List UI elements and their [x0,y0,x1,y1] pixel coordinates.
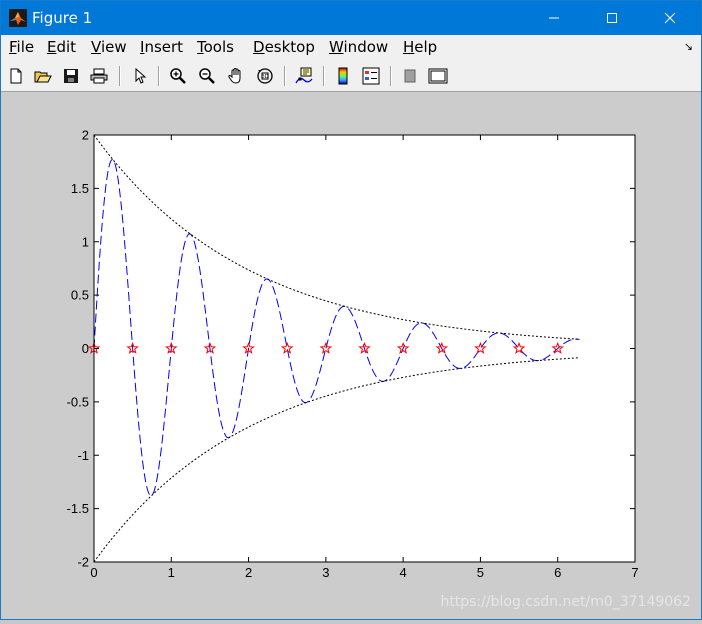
watermark-text: https://blog.csdn.net/m0_37149062 [440,594,691,610]
close-icon [664,12,676,24]
menu-window-accesskey: W [329,38,344,56]
menu-edit-rest: dit [56,38,77,56]
select-arrow-button[interactable] [129,65,151,87]
zoom-in-icon [170,68,186,84]
window-title: Figure 1 [32,9,93,27]
figure-window: Figure 1 File Edit View Insert Tools Des… [0,0,702,620]
hide-plot-tools-button[interactable] [399,65,421,87]
menu-desktop-rest: esktop [264,38,315,56]
minimize-button[interactable] [531,1,577,35]
x-tick-labels: 0 1 2 3 4 5 6 7 [90,565,638,580]
y-tick-labels: 2 1.5 1 0.5 0 -0.5 -1 -1.5 -2 [67,128,89,570]
menu-insert-rest: nsert [144,38,184,56]
figure-toolbar: 3D [1,61,701,92]
legend-icon [362,67,380,85]
menu-help-rest: elp [414,38,438,56]
toolbar-separator [158,66,160,86]
open-file-button[interactable] [32,65,54,87]
x-tick-label: 5 [477,565,484,580]
zoom-out-button[interactable] [196,65,218,87]
menu-file[interactable]: File [9,38,34,56]
menu-window-rest: indow [343,38,389,56]
toolbar-separator [390,66,392,86]
hide-plot-tools-icon [404,69,416,83]
menu-desktop[interactable]: Desktop [253,38,315,56]
y-tick-label: 0.5 [71,288,89,303]
menu-file-accesskey: F [9,38,17,56]
print-icon [90,68,108,84]
menu-view[interactable]: View [91,38,127,56]
menu-help-accesskey: H [403,38,415,56]
x-tick-label: 6 [554,565,561,580]
menu-help[interactable]: Help [403,38,437,56]
menu-insert[interactable]: Insert [140,38,183,56]
pan-button[interactable] [225,65,247,87]
save-icon [64,69,78,83]
x-tick-label: 0 [90,565,97,580]
maximize-button[interactable] [589,1,635,35]
print-button[interactable] [88,65,110,87]
toolbar-separator [323,66,325,86]
dock-arrow-icon[interactable]: ↘ [684,40,693,53]
select-arrow-icon [135,68,147,84]
zoom-out-icon [199,68,215,84]
menu-edit[interactable]: Edit [47,38,76,56]
toolbar-separator [119,66,121,86]
plot-canvas[interactable]: 0 1 2 3 4 5 6 7 2 1.5 1 0.5 0 -0.5 -1 -1.5 -2 [1,93,701,619]
menu-window[interactable]: Window [329,38,388,56]
close-button[interactable] [647,1,693,35]
pan-hand-icon [228,67,241,84]
menu-tools-accesskey: T [197,38,204,56]
x-tick-label: 2 [245,565,252,580]
y-tick-label: -1.5 [67,501,89,516]
toolbar-separator [284,66,286,86]
menu-desktop-accesskey: D [253,38,265,56]
menu-tools[interactable]: Tools [197,38,234,56]
colorbar-button[interactable] [332,65,354,87]
x-tick-label: 4 [400,565,407,580]
new-figure-button[interactable] [5,65,27,87]
menu-view-rest: iew [100,38,127,56]
new-figure-icon [10,68,22,84]
y-tick-label: 0 [82,341,89,356]
y-tick-label: -2 [77,555,89,570]
x-tick-label: 7 [631,565,638,580]
data-cursor-button[interactable] [293,65,315,87]
maximize-icon [607,13,617,23]
menu-tools-rest: ools [203,38,234,56]
menu-bar: File Edit View Insert Tools Desktop Wind… [1,35,701,61]
y-tick-label: 2 [82,128,89,143]
menu-view-accesskey: V [91,38,101,56]
y-tick-label: -1 [77,448,89,463]
x-tick-label: 1 [168,565,175,580]
save-button[interactable] [60,65,82,87]
open-file-icon [34,71,52,83]
zoom-in-button[interactable] [167,65,189,87]
matlab-logo-icon[interactable] [9,9,27,27]
figure-canvas-area: 0 1 2 3 4 5 6 7 2 1.5 1 0.5 0 -0.5 -1 -1.5 -2 https://b… [1,93,701,619]
y-tick-label: 1.5 [71,181,89,196]
colorbar-icon [338,67,348,85]
x-tick-label: 3 [322,565,329,580]
title-bar[interactable]: Figure 1 [1,1,701,35]
rotate-3d-button[interactable]: 3D [254,65,276,87]
show-plot-tools-button[interactable] [427,65,449,87]
menu-file-rest: ile [16,38,35,56]
rotate-3d-icon: 3D [257,68,273,84]
legend-button[interactable] [360,65,382,87]
svg-text:3D: 3D [262,74,269,80]
y-tick-label: -0.5 [67,394,89,409]
y-tick-label: 1 [82,234,89,249]
show-plot-tools-icon [428,68,448,84]
data-cursor-icon [295,67,313,84]
minimize-icon [549,17,559,19]
